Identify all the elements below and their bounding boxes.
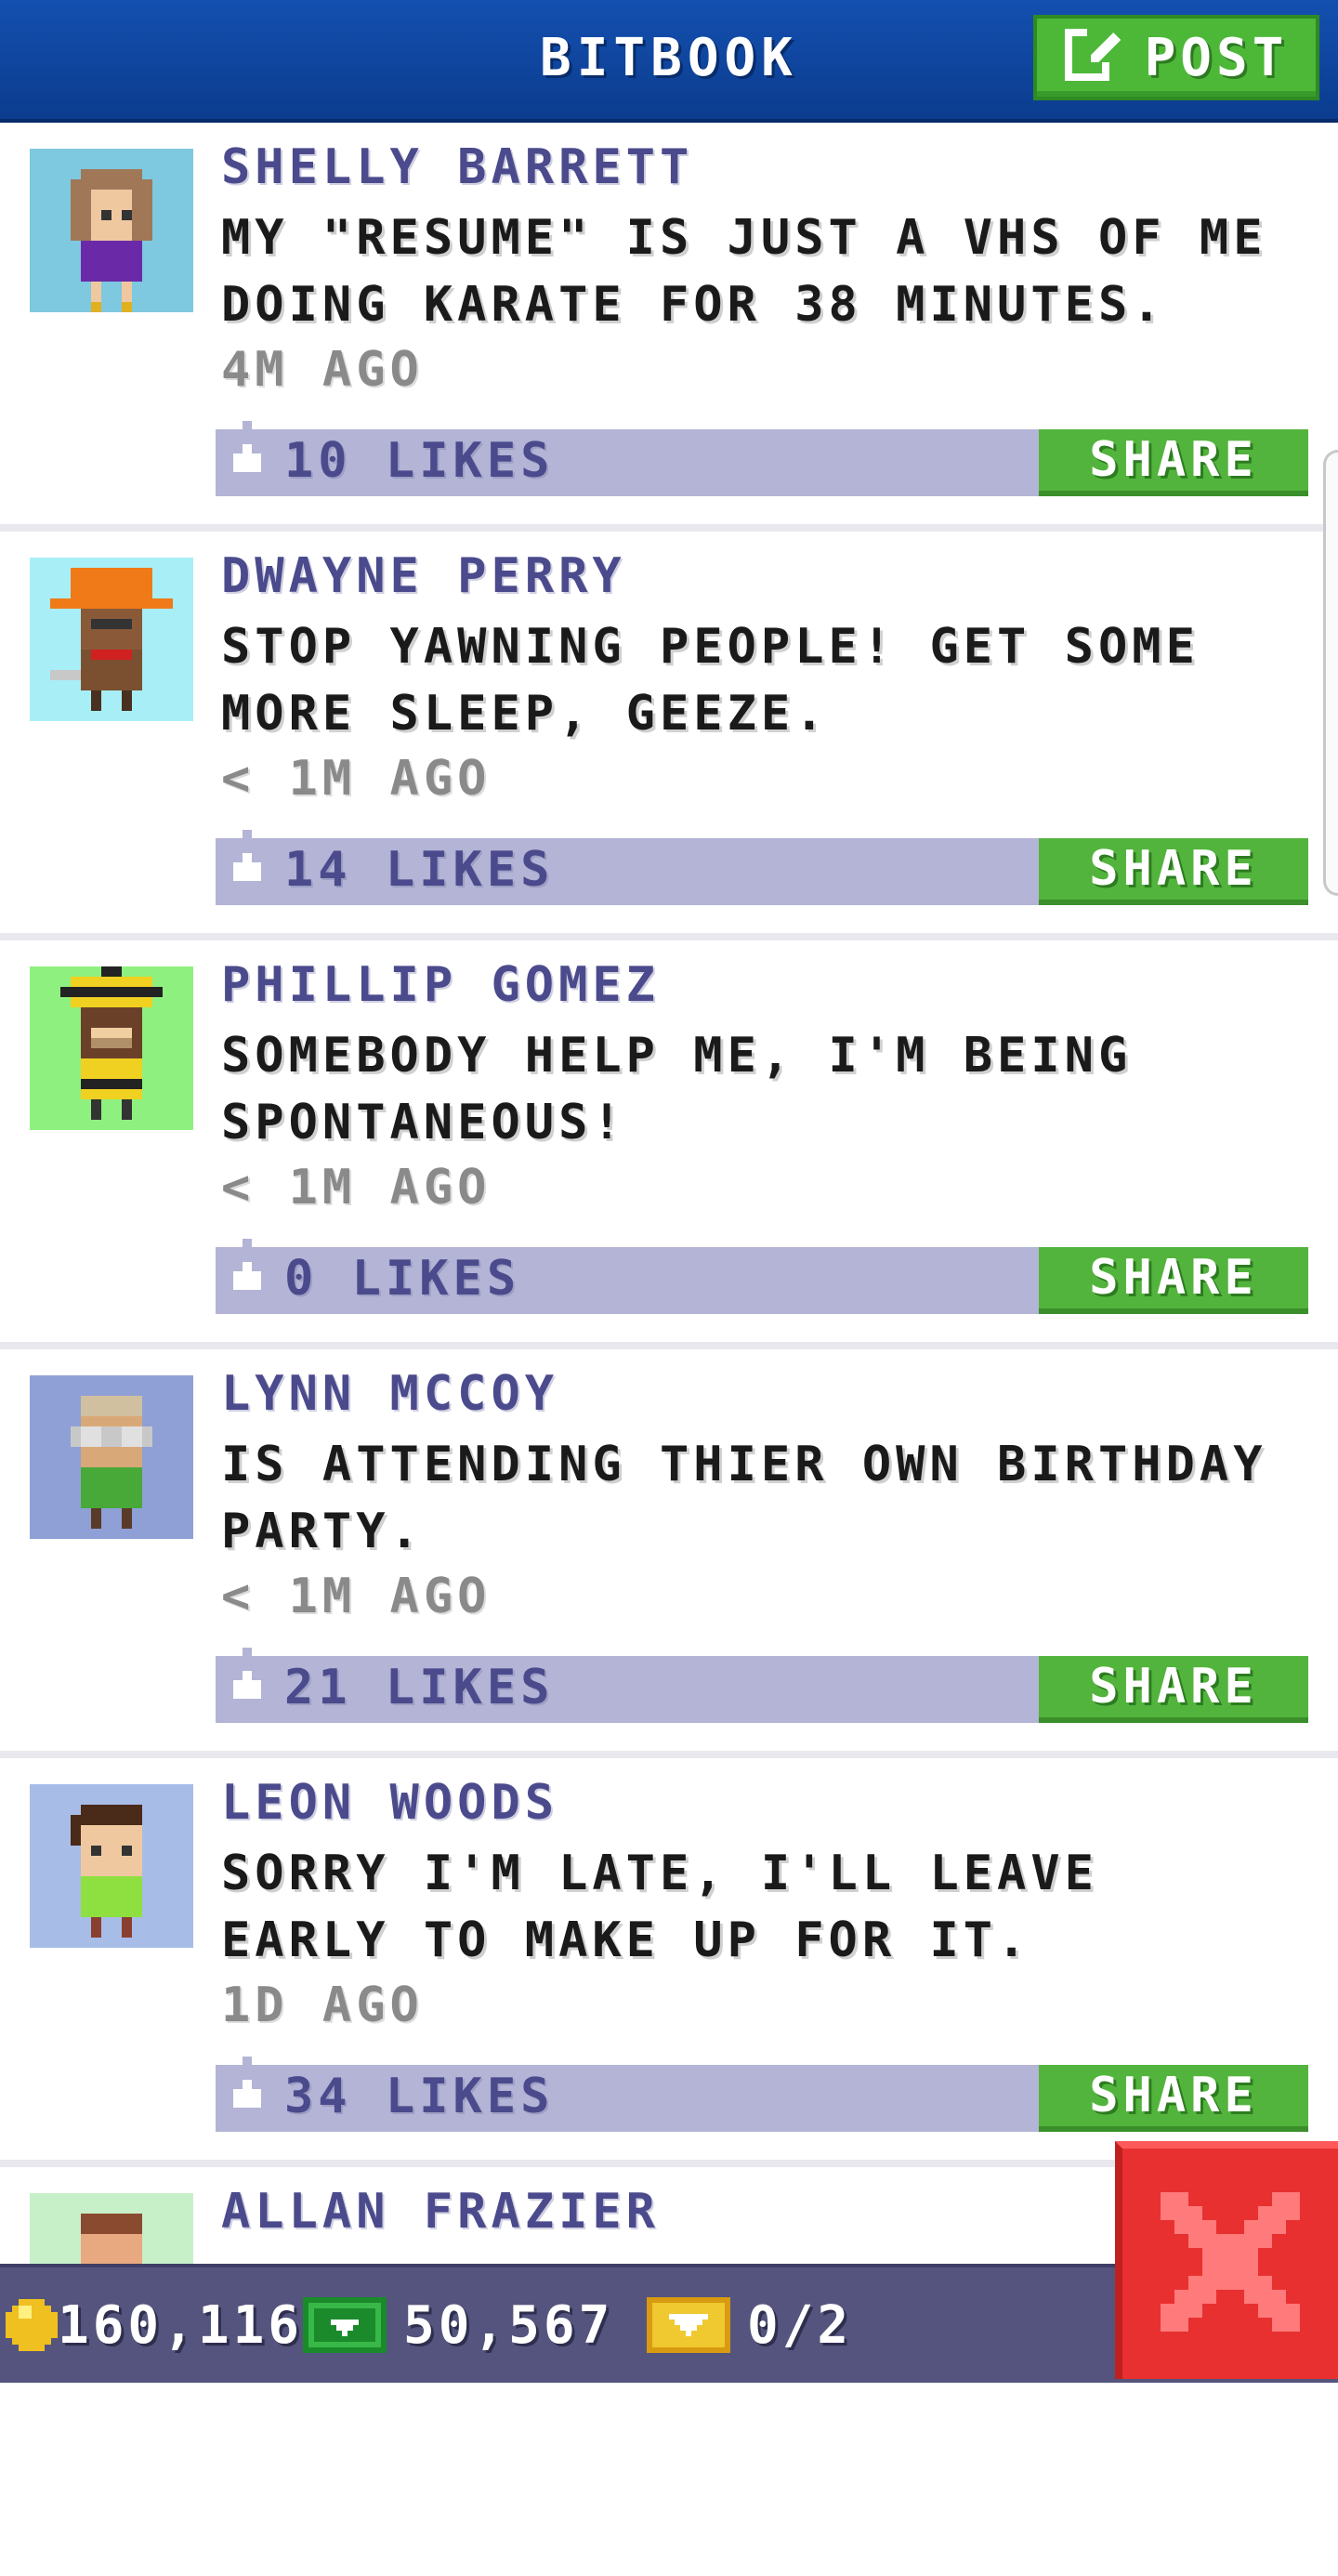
thumbs-up-icon[interactable] [229, 1234, 266, 1299]
post-author: SHELLY BARRETT [221, 139, 694, 195]
close-icon [1161, 2192, 1300, 2335]
post-message: SORRY I'M LATE, I'LL LEAVE EARLY TO MAKE… [221, 1846, 1098, 1968]
post-message: MY "RESUME" IS JUST A VHS OF ME DOING KA… [221, 210, 1267, 333]
close-button[interactable] [1115, 2141, 1338, 2379]
divider [0, 1751, 1338, 1758]
post-time: < 1M AGO [221, 1160, 492, 1216]
share-button[interactable]: SHARE [1039, 838, 1308, 905]
like-bar: 34 LIKES SHARE [216, 2052, 1308, 2132]
post-button[interactable]: POST [1033, 15, 1319, 100]
likes-count: 21 LIKES [284, 1660, 555, 1715]
likes-count: 0 LIKES [284, 1251, 521, 1307]
post-time: 1D AGO [221, 1978, 424, 2033]
post-time: < 1M AGO [221, 1569, 492, 1624]
feed-post: LYNN MCCOY IS ATTENDING THIER OWN BIRTHD… [0, 1349, 1338, 1758]
avatar [30, 149, 193, 312]
post-message: SOMEBODY HELP ME, I'M BEING SPONTANEOUS! [221, 1028, 1133, 1150]
avatar [30, 966, 193, 1130]
app-header: BITBOOK POST [0, 0, 1338, 123]
post-author: PHILLIP GOMEZ [221, 957, 660, 1013]
thumbs-up-icon[interactable] [229, 416, 266, 481]
post-author: DWAYNE PERRY [221, 548, 626, 604]
scrollbar[interactable] [1323, 450, 1338, 896]
like-bar: 10 LIKES SHARE [216, 416, 1308, 496]
share-button[interactable]: SHARE [1039, 429, 1308, 496]
bux-display: 50,567 [303, 2292, 613, 2359]
post-label: POST [1144, 27, 1289, 88]
coin-icon [6, 2299, 58, 2351]
edit-icon [1064, 21, 1124, 94]
avatar [30, 1375, 193, 1539]
coins-value: 160,116 [58, 2294, 304, 2356]
avatar [30, 558, 193, 721]
share-button[interactable]: SHARE [1039, 1656, 1308, 1723]
post-message: STOP YAWNING PEOPLE! GET SOME MORE SLEEP… [221, 619, 1200, 742]
tickets-display: 0/2 [647, 2292, 852, 2359]
divider [0, 933, 1338, 940]
post-message: IS ATTENDING THIER OWN BIRTHDAY PARTY. [221, 1437, 1267, 1559]
likes-count: 34 LIKES [284, 2069, 555, 2124]
post-time: < 1M AGO [221, 751, 492, 807]
feed-post: DWAYNE PERRY STOP YAWNING PEOPLE! GET SO… [0, 532, 1338, 940]
feed-post: SHELLY BARRETT MY "RESUME" IS JUST A VHS… [0, 123, 1338, 532]
golden-ticket-icon [647, 2297, 730, 2353]
tickets-value: 0/2 [747, 2294, 853, 2356]
bux-icon [303, 2297, 387, 2353]
post-time: 4M AGO [221, 342, 424, 398]
divider [0, 524, 1338, 532]
post-author: LEON WOODS [221, 1775, 559, 1831]
likes-count: 14 LIKES [284, 842, 555, 898]
thumbs-up-icon[interactable] [229, 1643, 266, 1708]
share-button[interactable]: SHARE [1039, 2065, 1308, 2132]
divider [0, 1342, 1338, 1349]
like-bar: 14 LIKES SHARE [216, 825, 1308, 905]
like-bar: 21 LIKES SHARE [216, 1643, 1308, 1723]
coins-display: 160,116 [6, 2292, 303, 2359]
feed-post: PHILLIP GOMEZ SOMEBODY HELP ME, I'M BEIN… [0, 940, 1338, 1349]
share-button[interactable]: SHARE [1039, 1247, 1308, 1314]
thumbs-up-icon[interactable] [229, 825, 266, 890]
like-bar: 0 LIKES SHARE [216, 1234, 1308, 1314]
avatar [30, 1784, 193, 1948]
thumbs-up-icon[interactable] [229, 2052, 266, 2117]
feed-post: LEON WOODS SORRY I'M LATE, I'LL LEAVE EA… [0, 1758, 1338, 2167]
likes-count: 10 LIKES [284, 433, 555, 489]
post-author: ALLAN FRAZIER [221, 2184, 660, 2240]
post-author: LYNN MCCOY [221, 1366, 559, 1422]
bux-value: 50,567 [403, 2294, 614, 2356]
